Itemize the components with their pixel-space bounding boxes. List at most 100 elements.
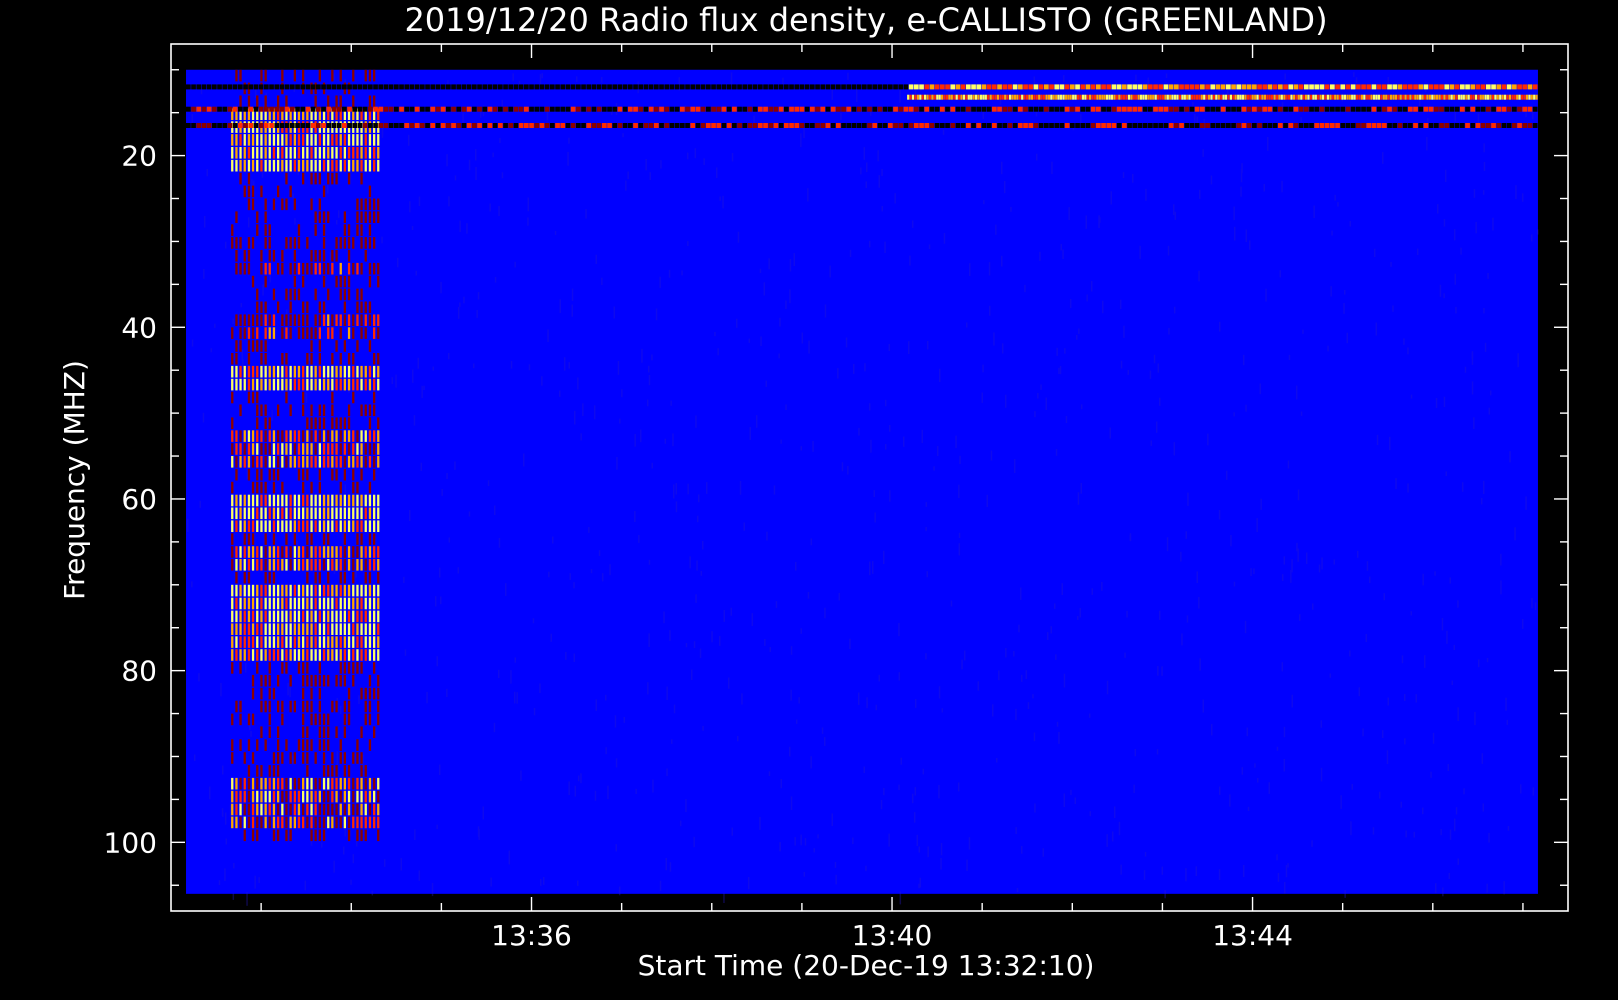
noise-speck <box>1373 248 1376 258</box>
rfi-segment <box>1356 123 1361 128</box>
rfi-segment <box>1069 94 1072 100</box>
burst-tile <box>293 494 296 507</box>
rfi-segment <box>680 106 685 112</box>
noise-speck <box>411 225 414 231</box>
rfi-segment <box>1054 106 1060 112</box>
rfi-segment <box>248 123 254 128</box>
noise-speck <box>940 858 942 870</box>
burst-tile <box>335 623 338 635</box>
noise-speck <box>1040 384 1042 390</box>
burst-tile <box>251 378 255 391</box>
burst-tile <box>335 314 338 326</box>
burst-tile <box>231 507 234 520</box>
rfi-segment <box>1016 94 1019 100</box>
rfi-segment <box>1324 123 1330 128</box>
burst-tile <box>285 430 288 442</box>
rfi-segment <box>357 84 363 90</box>
noise-speck <box>889 425 891 432</box>
noise-speck <box>635 788 637 794</box>
rfi-segment <box>1231 123 1236 128</box>
burst-tile <box>364 559 367 571</box>
burst-tile <box>339 790 342 803</box>
rfi-segment <box>784 84 789 90</box>
burst-tile <box>260 649 263 661</box>
rfi-segment <box>825 84 831 90</box>
burst-tile <box>373 237 376 249</box>
burst-tile <box>347 443 351 455</box>
rfi-segment <box>326 84 332 90</box>
rfi-segment <box>997 84 1002 90</box>
noise-speck <box>1536 229 1539 235</box>
rfi-segment <box>1501 94 1504 100</box>
burst-tile <box>302 507 305 520</box>
burst-tile <box>364 520 367 532</box>
burst-tile <box>272 481 276 494</box>
burst-tile <box>247 391 251 404</box>
burst-tile <box>306 468 309 481</box>
rfi-segment <box>1093 94 1097 100</box>
burst-tile <box>306 610 309 623</box>
rfi-segment <box>659 84 664 90</box>
noise-speck <box>687 483 689 495</box>
burst-tile <box>277 649 280 661</box>
burst-tile <box>235 134 238 146</box>
noise-speck <box>1389 436 1391 451</box>
noise-speck <box>860 167 862 175</box>
burst-tile <box>293 198 296 211</box>
noise-speck <box>446 154 448 167</box>
noise-speck <box>1483 480 1485 494</box>
noise-speck <box>1260 498 1262 510</box>
burst-tile <box>331 597 334 610</box>
burst-tile <box>352 159 355 172</box>
burst-tile <box>331 494 334 507</box>
rfi-segment <box>1038 106 1044 112</box>
rfi-segment <box>789 84 794 90</box>
noise-speck <box>838 592 841 601</box>
noise-speck <box>1460 247 1462 255</box>
rfi-segment <box>1168 123 1174 128</box>
noise-speck <box>1488 832 1490 843</box>
rfi-segment <box>602 123 607 128</box>
burst-tile <box>364 649 367 661</box>
rfi-segment <box>948 94 951 100</box>
burst-tile <box>268 803 271 816</box>
noise-speck <box>1503 881 1505 895</box>
burst-tile <box>293 816 296 829</box>
burst-tile <box>256 378 259 391</box>
burst-tile <box>343 584 346 597</box>
noise-speck <box>731 153 734 162</box>
burst-tile <box>264 559 267 571</box>
burst-tile <box>347 456 351 468</box>
burst-tile <box>268 623 271 635</box>
noise-speck <box>457 306 460 319</box>
rfi-segment <box>1283 123 1288 128</box>
burst-tile <box>231 365 234 378</box>
rfi-segment <box>368 123 373 128</box>
noise-speck <box>1455 807 1458 815</box>
noise-speck <box>918 883 920 889</box>
burst-tile <box>260 443 263 455</box>
burst-tile <box>364 69 367 82</box>
rfi-segment <box>664 123 670 128</box>
noise-speck <box>669 630 671 641</box>
noise-speck <box>1185 531 1187 539</box>
rfi-segment <box>1050 94 1053 100</box>
rfi-segment <box>1045 94 1048 100</box>
rfi-segment <box>269 123 274 128</box>
burst-tile <box>331 610 334 623</box>
rfi-segment <box>482 123 488 128</box>
noise-speck <box>516 692 518 704</box>
noise-speck <box>921 429 923 444</box>
rfi-segment <box>1499 94 1502 100</box>
rfi-segment <box>1353 94 1356 100</box>
burst-tile <box>239 777 242 790</box>
noise-speck <box>413 415 416 426</box>
noise-speck <box>1001 255 1003 267</box>
burst-tile <box>343 726 346 738</box>
noise-speck <box>872 561 874 574</box>
rfi-segment <box>867 84 872 90</box>
rfi-segment <box>945 106 950 112</box>
noise-speck <box>942 129 945 135</box>
burst-tile <box>314 790 317 803</box>
noise-speck <box>1032 694 1034 699</box>
